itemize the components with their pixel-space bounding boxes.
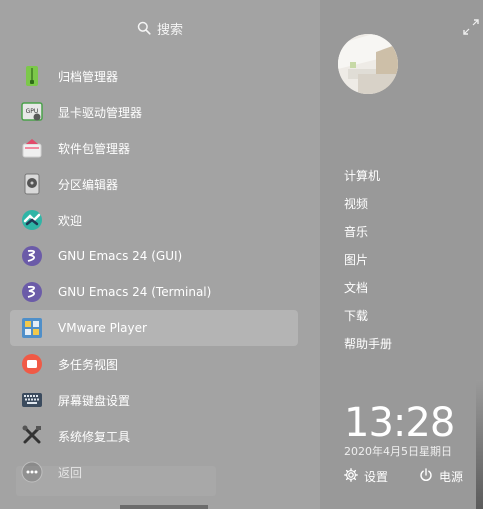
archive-icon	[20, 64, 44, 88]
start-menu: 搜索 归档管理器 GPU 显卡驱动管理器 软件包管理器 分区编辑器 欢迎 GNU…	[0, 0, 483, 509]
places-list: 计算机 视频 音乐 图片 文档 下载 帮助手册	[344, 164, 392, 360]
app-label: 欢迎	[58, 213, 83, 228]
app-partition-editor[interactable]: 分区编辑器	[10, 166, 298, 202]
gpu-icon: GPU	[20, 100, 44, 124]
app-emacs-terminal[interactable]: GNU Emacs 24 (Terminal)	[10, 274, 298, 310]
emacs-icon	[20, 244, 44, 268]
place-computer[interactable]: 计算机	[344, 164, 392, 192]
app-list: 归档管理器 GPU 显卡驱动管理器 软件包管理器 分区编辑器 欢迎 GNU Em…	[10, 58, 298, 490]
fullscreen-toggle[interactable]	[462, 18, 480, 36]
app-panel: 搜索 归档管理器 GPU 显卡驱动管理器 软件包管理器 分区编辑器 欢迎 GNU…	[0, 0, 320, 509]
app-label: 显卡驱动管理器	[58, 105, 143, 120]
app-screen-keyboard[interactable]: 屏幕键盘设置	[10, 382, 298, 418]
package-icon	[20, 136, 44, 160]
app-system-repair[interactable]: 系统修复工具	[10, 418, 298, 454]
app-vmware-player[interactable]: VMware Player	[10, 310, 298, 346]
app-label: VMware Player	[58, 321, 147, 335]
gear-icon	[344, 467, 358, 485]
power-icon	[419, 467, 433, 485]
disk-icon	[20, 172, 44, 196]
app-archive-manager[interactable]: 归档管理器	[10, 58, 298, 94]
app-label: GNU Emacs 24 (GUI)	[58, 249, 183, 263]
window-edge-shadow	[476, 380, 483, 509]
app-gpu-driver-manager[interactable]: GPU 显卡驱动管理器	[10, 94, 298, 130]
app-label: 归档管理器	[58, 69, 119, 84]
taskbar-edge	[120, 505, 208, 509]
background-window-ghost	[16, 466, 216, 496]
place-help-manual[interactable]: 帮助手册	[344, 332, 392, 360]
tools-icon	[20, 424, 44, 448]
place-videos[interactable]: 视频	[344, 192, 392, 220]
place-music[interactable]: 音乐	[344, 220, 392, 248]
emacs-icon	[20, 280, 44, 304]
vmware-icon	[20, 316, 44, 340]
welcome-icon	[20, 208, 44, 232]
place-downloads[interactable]: 下载	[344, 304, 392, 332]
keyboard-icon	[20, 388, 44, 412]
search-label: 搜索	[156, 22, 183, 38]
power-button[interactable]: 电源	[419, 466, 463, 486]
clock-time: 13:28	[344, 400, 455, 446]
app-multitask-view[interactable]: 多任务视图	[10, 346, 298, 382]
settings-label: 设置	[364, 469, 389, 484]
user-avatar[interactable]	[338, 34, 398, 94]
app-label: 系统修复工具	[58, 429, 131, 444]
expand-icon	[462, 19, 480, 40]
settings-button[interactable]: 设置	[344, 466, 388, 486]
clock-date: 2020年4月5日星期日	[344, 445, 452, 458]
search-box[interactable]: 搜索	[0, 14, 320, 42]
app-package-manager[interactable]: 软件包管理器	[10, 130, 298, 166]
app-label: 分区编辑器	[58, 177, 119, 192]
search-icon	[137, 21, 151, 35]
app-welcome[interactable]: 欢迎	[10, 202, 298, 238]
multitask-icon	[20, 352, 44, 376]
power-label: 电源	[439, 469, 464, 484]
app-emacs-gui[interactable]: GNU Emacs 24 (GUI)	[10, 238, 298, 274]
app-label: 屏幕键盘设置	[58, 393, 131, 408]
app-label: GNU Emacs 24 (Terminal)	[58, 285, 212, 299]
place-documents[interactable]: 文档	[344, 276, 392, 304]
app-label: 多任务视图	[58, 357, 119, 372]
place-pictures[interactable]: 图片	[344, 248, 392, 276]
app-label: 软件包管理器	[58, 141, 131, 156]
